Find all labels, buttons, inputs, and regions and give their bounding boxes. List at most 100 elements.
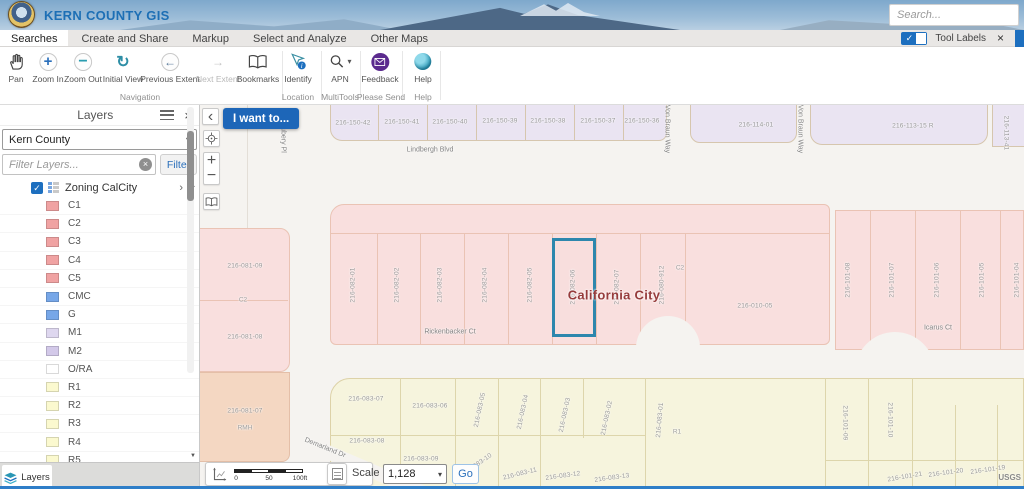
- tool-labels-toggle[interactable]: ✓: [901, 32, 927, 45]
- selected-parcel-outline[interactable]: [552, 238, 596, 337]
- parcel-polygon[interactable]: [623, 105, 667, 141]
- zoom-out-button[interactable]: − Zoom Out: [64, 50, 102, 84]
- street-label: Lindbergh Blvd: [407, 147, 454, 154]
- tab-markup[interactable]: Markup: [181, 30, 240, 46]
- tab-other-maps[interactable]: Other Maps: [360, 30, 439, 46]
- tab-bar: Searches Create and Share Markup Select …: [0, 30, 1024, 47]
- parcel-polygon[interactable]: [476, 105, 526, 141]
- tab-select-and-analyze[interactable]: Select and Analyze: [242, 30, 358, 46]
- toggle-knob: [916, 33, 926, 44]
- legend-item[interactable]: R1: [0, 379, 199, 397]
- next-extent-button[interactable]: → Next Extent: [196, 50, 240, 84]
- go-button[interactable]: Go: [452, 464, 479, 484]
- legend-item[interactable]: G: [0, 306, 199, 324]
- legend-item[interactable]: R2: [0, 397, 199, 415]
- scale-options-button[interactable]: [327, 463, 347, 485]
- legend-item[interactable]: M1: [0, 324, 199, 342]
- legend-item[interactable]: R3: [0, 415, 199, 433]
- map-zoom-out-button[interactable]: −: [203, 168, 220, 185]
- scale-doc-icon: [332, 468, 343, 480]
- chevron-right-icon[interactable]: ›: [179, 182, 183, 194]
- zoom-in-icon: +: [39, 50, 57, 73]
- feedback-button[interactable]: Feedback: [361, 50, 398, 84]
- legend-item[interactable]: M2: [0, 343, 199, 361]
- pan-button[interactable]: Pan: [7, 50, 25, 84]
- legend-item[interactable]: O/RA: [0, 361, 199, 379]
- toolbar-group-help: Help: [414, 92, 431, 102]
- close-icon[interactable]: ×: [994, 31, 1007, 46]
- kern-county-seal-logo: [8, 1, 35, 28]
- parcel-polygon[interactable]: [992, 105, 1024, 147]
- identify-button[interactable]: i Identify: [284, 50, 311, 84]
- legend-swatch: [46, 437, 59, 447]
- legend-item[interactable]: CMC: [0, 288, 199, 306]
- map-selector-dropdown[interactable]: Kern County ▾: [2, 129, 197, 150]
- parcel-polygon[interactable]: [330, 105, 379, 141]
- layer-checkbox[interactable]: ✓: [31, 182, 43, 194]
- legend-list-icon[interactable]: [160, 110, 174, 120]
- identify-icon: i: [289, 50, 308, 73]
- i-want-to-button[interactable]: I want to...: [223, 108, 299, 129]
- legend-item[interactable]: C5: [0, 270, 199, 288]
- parcel-line: [583, 378, 584, 438]
- filter-layers-input[interactable]: [2, 154, 156, 175]
- tab-create-and-share[interactable]: Create and Share: [70, 30, 179, 46]
- parcel-polygon[interactable]: [810, 105, 988, 145]
- toolbar-group-please-send: Please Send: [357, 92, 405, 102]
- tab-searches[interactable]: Searches: [0, 30, 68, 46]
- legend-swatch: [46, 219, 59, 229]
- search-input[interactable]: [890, 9, 1024, 21]
- help-globe-icon: [414, 50, 431, 73]
- collapse-panel-button[interactable]: ‹: [202, 108, 219, 125]
- scale-select[interactable]: 1,128 ▾: [383, 464, 447, 484]
- zone-c2-right-block[interactable]: [835, 210, 1024, 350]
- parcel-polygon[interactable]: [427, 105, 477, 141]
- initial-view-icon: ↻: [116, 50, 129, 73]
- mountain-snow: [520, 3, 600, 16]
- legend-list: C1 C2 C3 C4: [0, 197, 199, 470]
- legend-swatch: [46, 310, 59, 320]
- parcel-polygon[interactable]: [378, 105, 428, 141]
- parcel-polygon[interactable]: [574, 105, 624, 141]
- legend-label: C1: [68, 200, 81, 211]
- svg-text:i: i: [301, 62, 303, 70]
- legend-label: G: [68, 309, 76, 320]
- layer-group-icon: [48, 182, 60, 194]
- layer-group-row[interactable]: ✓ Zoning CalCity › ▲: [0, 179, 199, 197]
- legend-item[interactable]: C1: [0, 197, 199, 215]
- coordinates-icon: [212, 467, 227, 482]
- layer-group-label: Zoning CalCity: [65, 182, 137, 194]
- previous-extent-button[interactable]: ← Previous Extent: [140, 50, 200, 84]
- scale-tick: 50: [265, 475, 272, 482]
- parcel-polygon[interactable]: [525, 105, 575, 141]
- parcel-polygon[interactable]: [690, 105, 797, 143]
- apn-search-icon: ▾: [328, 50, 351, 73]
- legend-label: CMC: [68, 291, 91, 302]
- legend-item[interactable]: C2: [0, 215, 199, 233]
- app-title: KERN COUNTY GIS: [44, 8, 170, 23]
- right-edge-accent: [1015, 30, 1024, 47]
- legend-swatch: [46, 419, 59, 429]
- scroll-down-icon[interactable]: ▼: [190, 453, 196, 459]
- legend-item[interactable]: C3: [0, 233, 199, 251]
- zoom-in-button[interactable]: + Zoom In: [32, 50, 63, 84]
- legend-label: O/RA: [68, 364, 92, 375]
- clear-filter-icon[interactable]: ×: [139, 158, 152, 171]
- toolbar-separator: [440, 51, 441, 100]
- bookmarks-button[interactable]: Bookmarks: [237, 50, 280, 84]
- app-window: KERN COUNTY GIS Searches Create and Shar…: [0, 0, 1024, 489]
- layers-icon: [4, 472, 17, 484]
- scale-bar: 0 50 100ft: [234, 469, 306, 483]
- legend-item[interactable]: R4: [0, 433, 199, 451]
- locate-button[interactable]: [203, 130, 220, 147]
- help-button[interactable]: Help: [414, 50, 431, 84]
- legend-item[interactable]: C4: [0, 252, 199, 270]
- initial-view-button[interactable]: ↻ Initial View: [103, 50, 143, 84]
- map-bookmarks-button[interactable]: [203, 193, 220, 210]
- apn-button[interactable]: ▾ APN: [328, 50, 351, 84]
- legend-swatch: [46, 237, 59, 247]
- parcel-line: [508, 233, 509, 345]
- panel-scrollbar-thumb[interactable]: [187, 131, 194, 201]
- map-viewport[interactable]: 216-150-42216-150-41216-150-40216-150-39…: [200, 105, 1024, 489]
- zone-rmh-block[interactable]: [200, 372, 290, 462]
